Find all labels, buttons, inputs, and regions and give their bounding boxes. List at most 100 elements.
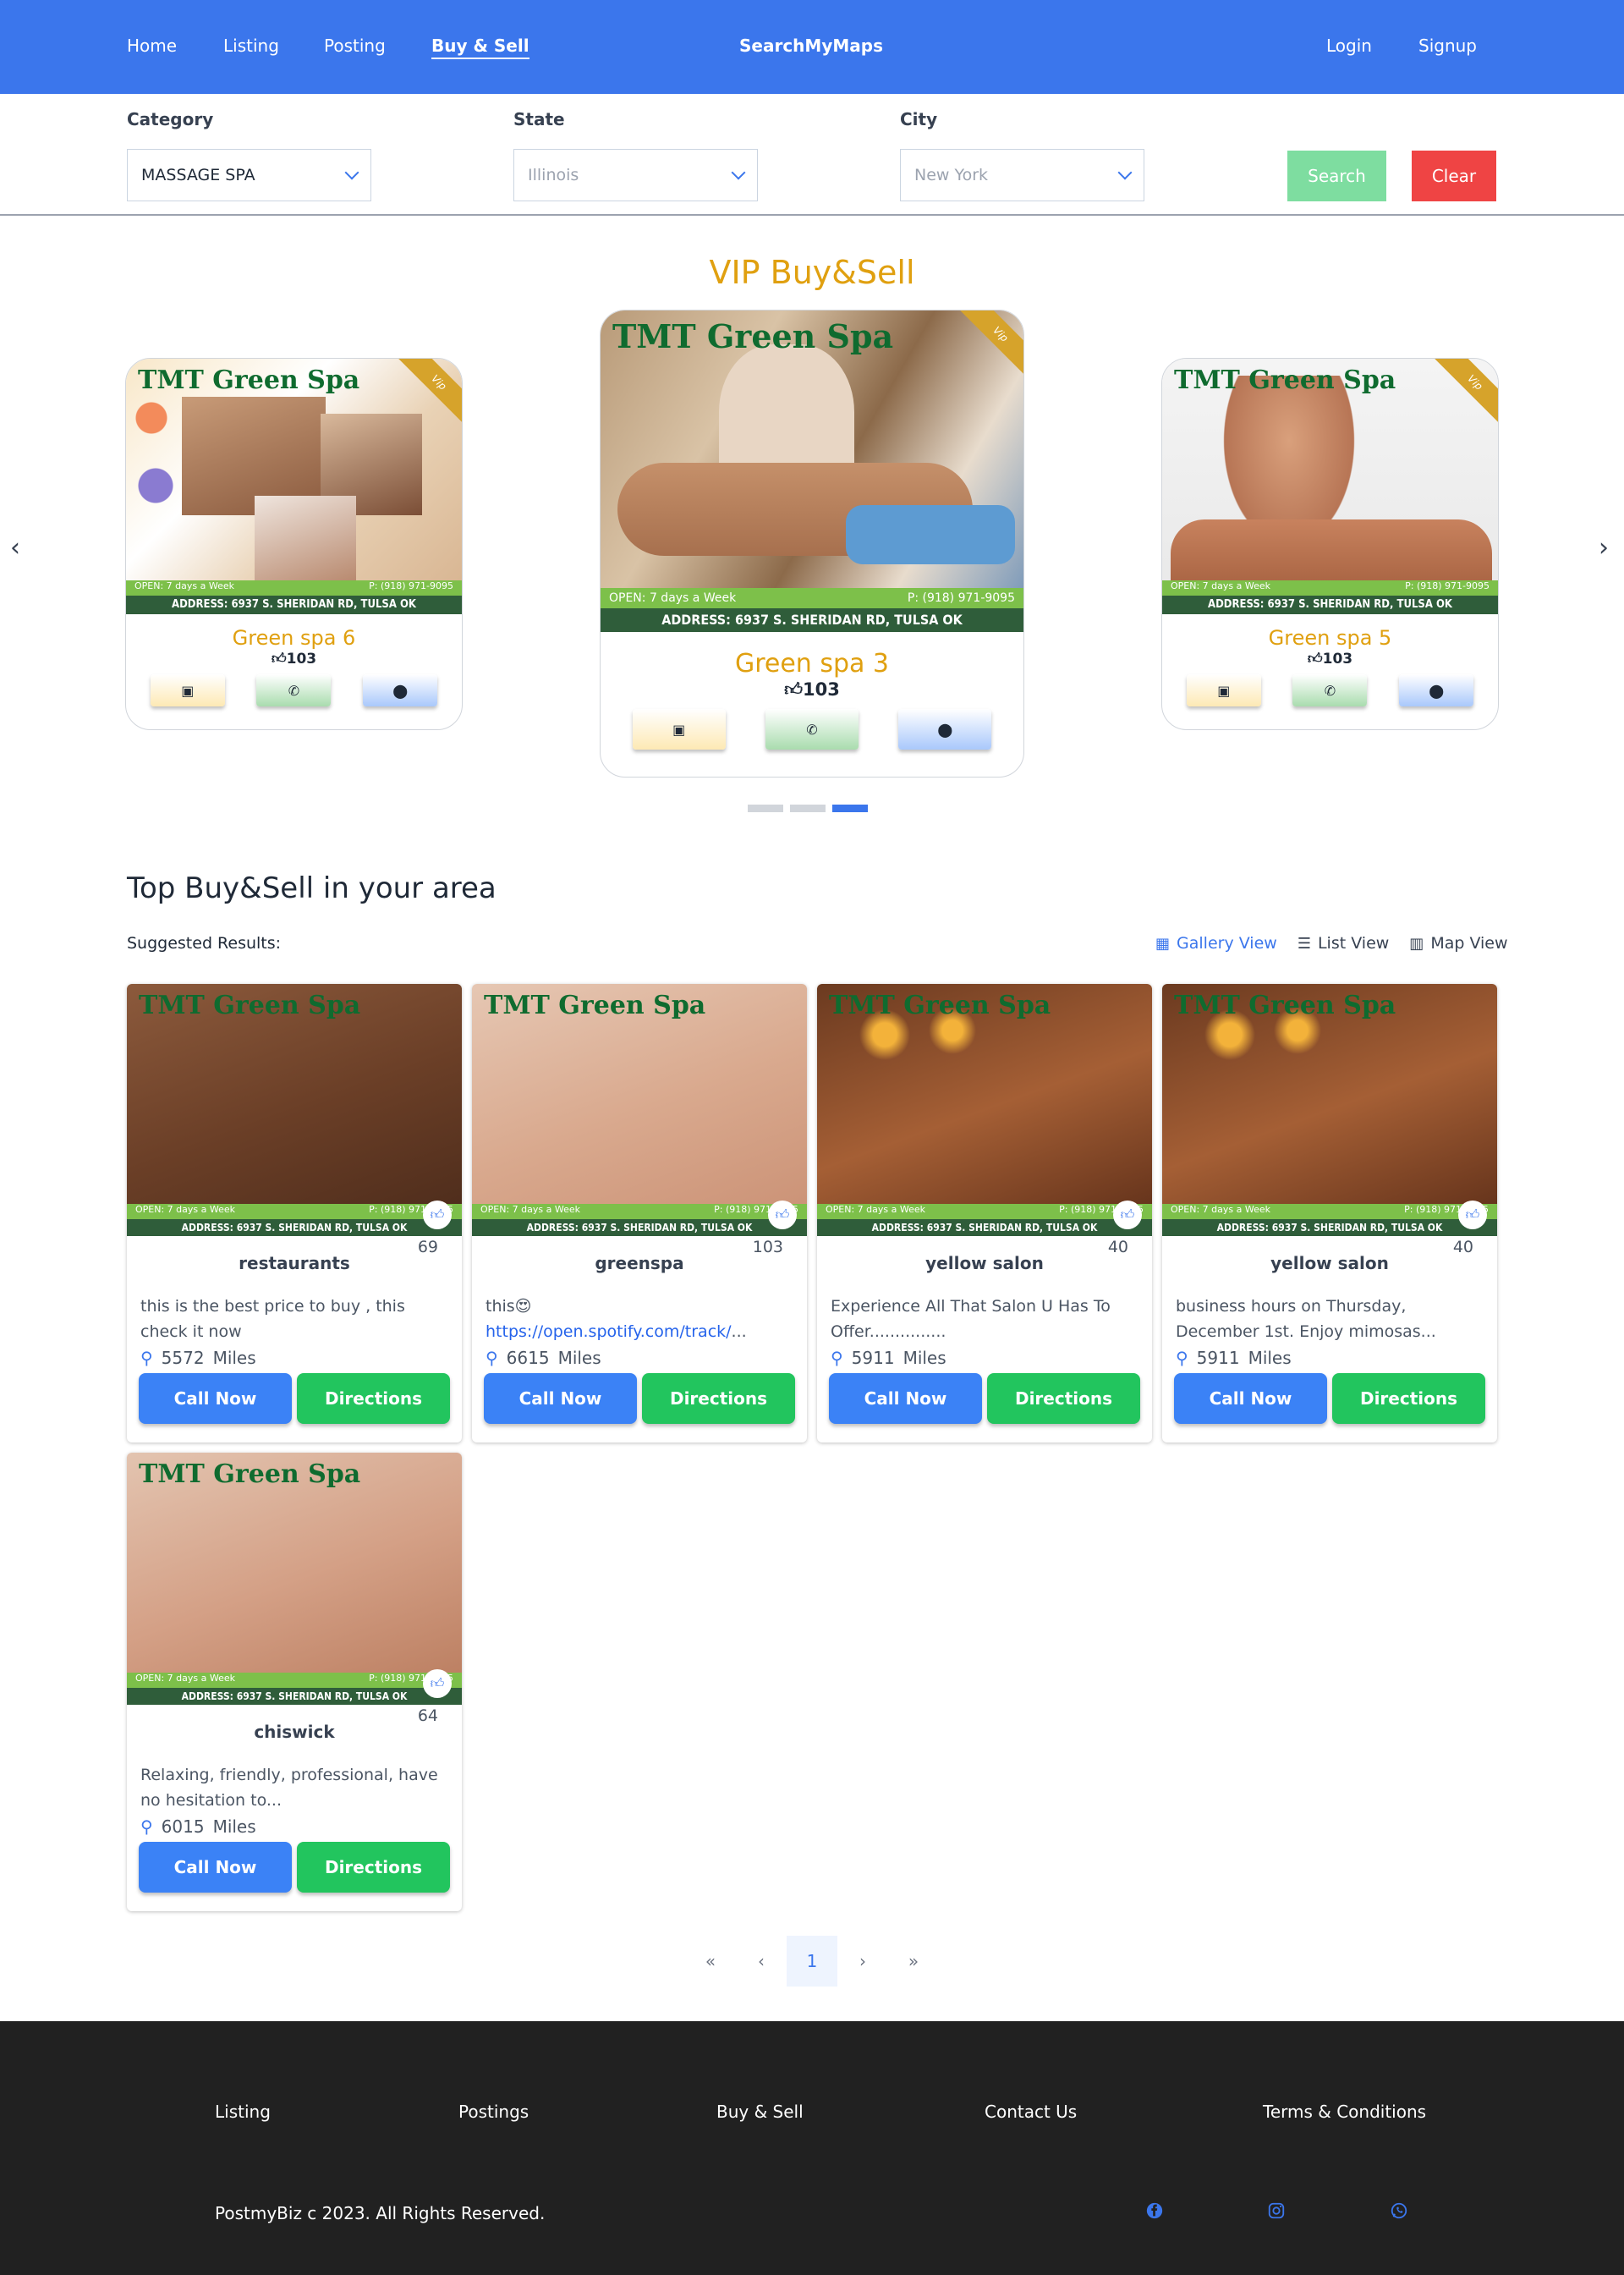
vip-likes-count: 103: [803, 679, 840, 700]
like-count: 40: [1452, 1238, 1473, 1256]
spotify-link[interactable]: https://open.spotify.com/track/: [486, 1322, 732, 1341]
listing-card[interactable]: TMT Green Spa OPEN: 7 days a Week P: (918…: [817, 984, 1152, 1442]
vip-archive-button[interactable]: ▣: [1186, 674, 1261, 706]
listing-card[interactable]: TMT Green Spa OPEN: 7 days a Week P: (918…: [127, 1453, 462, 1911]
clear-button[interactable]: Clear: [1412, 151, 1496, 201]
archive-icon: ▣: [1217, 682, 1231, 699]
search-button[interactable]: Search: [1287, 151, 1386, 201]
nav-buy-sell[interactable]: Buy & Sell: [431, 36, 529, 59]
carousel-dot[interactable]: [790, 805, 826, 812]
ad-open-hours: OPEN: 7 days a Week: [135, 1673, 236, 1684]
footer-link-terms[interactable]: Terms & Conditions: [1263, 2102, 1426, 2122]
first-page-button[interactable]: «: [685, 1936, 736, 1987]
like-button[interactable]: 👍︎: [1458, 1201, 1487, 1229]
footer-link-buy-sell[interactable]: Buy & Sell: [716, 2102, 804, 2122]
like-count: 69: [417, 1238, 438, 1256]
nav-posting[interactable]: Posting: [324, 36, 386, 56]
listing-card[interactable]: TMT Green Spa OPEN: 7 days a Week P: (918…: [472, 984, 807, 1442]
call-now-button[interactable]: Call Now: [139, 1373, 292, 1424]
like-count: 40: [1107, 1238, 1128, 1256]
vip-card[interactable]: TMT Green Spa Vip OPEN: 7 days a Week P: …: [1161, 358, 1499, 730]
vip-card[interactable]: TMT Green Spa Vip OPEN: 7 days a Week P: …: [600, 310, 1024, 778]
vip-card-likes: 👍︎103: [601, 679, 1023, 701]
nav-listing[interactable]: Listing: [223, 36, 279, 56]
like-button[interactable]: 👍︎: [768, 1201, 797, 1229]
vip-likes-count: 103: [1322, 651, 1353, 668]
carousel-dot[interactable]: [748, 805, 783, 812]
footer: Listing Postings Buy & Sell Contact Us T…: [0, 2021, 1624, 2275]
thumbs-up-icon: 👍︎: [430, 1206, 445, 1223]
nav-home[interactable]: Home: [127, 36, 177, 56]
footer-link-postings[interactable]: Postings: [458, 2102, 529, 2122]
page-1-button[interactable]: 1: [787, 1936, 837, 1987]
carousel-prev-icon[interactable]: ‹: [10, 533, 20, 563]
next-page-button[interactable]: ›: [837, 1936, 888, 1987]
vip-call-button[interactable]: ✆: [1292, 674, 1368, 706]
like-button[interactable]: 👍︎: [423, 1201, 452, 1229]
vip-card-image: TMT Green Spa Vip OPEN: 7 days a Week P: …: [601, 310, 1023, 632]
directions-button[interactable]: Directions: [297, 1842, 450, 1893]
listing-distance: ⚲ 5572 Miles: [127, 1348, 462, 1368]
vip-card[interactable]: TMT Green Spa Vip OPEN: 7 days a Week P: …: [125, 358, 463, 730]
like-count: 103: [752, 1238, 783, 1256]
like-button[interactable]: 👍︎: [1113, 1201, 1142, 1229]
footer-link-listing[interactable]: Listing: [215, 2102, 271, 2122]
listing-card[interactable]: TMT Green Spa OPEN: 7 days a Week P: (918…: [1162, 984, 1497, 1442]
city-select[interactable]: New York: [900, 149, 1144, 201]
footer-link-contact[interactable]: Contact Us: [985, 2102, 1077, 2122]
call-now-button[interactable]: Call Now: [829, 1373, 982, 1424]
spa-brand-logo: TMT Green Spa: [829, 991, 1051, 1020]
spa-brand-logo: TMT Green Spa: [138, 365, 360, 395]
nav-login[interactable]: Login: [1326, 36, 1372, 56]
listing-title: yellow salon: [1270, 1253, 1389, 1273]
listing-image: TMT Green Spa OPEN: 7 days a Week P: (918…: [1162, 984, 1497, 1236]
carousel-next-icon[interactable]: ›: [1599, 533, 1609, 563]
state-select[interactable]: Illinois: [513, 149, 758, 201]
vip-location-button[interactable]: ⬤: [1399, 674, 1474, 706]
vip-archive-button[interactable]: ▣: [632, 709, 726, 750]
whatsapp-icon[interactable]: [1390, 2201, 1408, 2220]
gallery-view-toggle[interactable]: ▦ Gallery View: [1155, 934, 1277, 953]
category-select[interactable]: MASSAGE SPA: [127, 149, 371, 201]
instagram-icon[interactable]: [1267, 2201, 1286, 2220]
brand-logo[interactable]: SearchMyMaps: [739, 36, 883, 56]
spa-brand-logo: TMT Green Spa: [612, 317, 894, 355]
listing-image: TMT Green Spa OPEN: 7 days a Week P: (918…: [127, 984, 462, 1236]
vip-call-button[interactable]: ✆: [256, 674, 332, 706]
thumbs-up-icon: 👍︎: [784, 679, 804, 700]
vip-location-button[interactable]: ⬤: [363, 674, 438, 706]
nav-signup[interactable]: Signup: [1418, 36, 1477, 56]
vip-card-image: TMT Green Spa Vip OPEN: 7 days a Week P: …: [1162, 359, 1498, 614]
facebook-icon[interactable]: [1145, 2201, 1164, 2220]
listing-description: business hours on Thursday, December 1st…: [1176, 1297, 1436, 1341]
copyright-text: PostmyBiz c 2023. All Rights Reserved.: [215, 2203, 546, 2223]
prev-page-button[interactable]: ‹: [736, 1936, 787, 1987]
list-view-toggle[interactable]: ☰ List View: [1298, 934, 1389, 953]
like-button[interactable]: 👍︎: [423, 1669, 452, 1698]
thumbs-up-icon: 👍︎: [1465, 1206, 1480, 1223]
vip-card-image: TMT Green Spa Vip OPEN: 7 days a Week P: …: [126, 359, 462, 614]
vip-archive-button[interactable]: ▣: [150, 674, 225, 706]
category-value: MASSAGE SPA: [141, 166, 255, 184]
call-now-button[interactable]: Call Now: [484, 1373, 637, 1424]
map-view-toggle[interactable]: ▥ Map View: [1409, 934, 1507, 953]
last-page-button[interactable]: »: [888, 1936, 939, 1987]
vip-call-button[interactable]: ✆: [765, 709, 859, 750]
vip-location-button[interactable]: ⬤: [898, 709, 992, 750]
directions-button[interactable]: Directions: [1332, 1373, 1485, 1424]
vip-ribbon: Vip: [1434, 359, 1498, 424]
call-now-button[interactable]: Call Now: [1174, 1373, 1327, 1424]
listing-distance: ⚲ 6015 Miles: [127, 1816, 462, 1837]
ad-phone: P: (918) 971-9095: [907, 591, 1015, 605]
spa-brand-logo: TMT Green Spa: [1174, 365, 1396, 395]
category-label: Category: [127, 109, 214, 129]
listing-description: this😍 https://open.spotify.com/track/...: [472, 1294, 807, 1344]
listing-card[interactable]: TMT Green Spa OPEN: 7 days a Week P: (918…: [127, 984, 462, 1442]
directions-button[interactable]: Directions: [642, 1373, 795, 1424]
vip-card-name: Green spa 5: [1268, 626, 1392, 650]
carousel-dot-active[interactable]: [832, 805, 868, 812]
directions-button[interactable]: Directions: [987, 1373, 1140, 1424]
call-now-button[interactable]: Call Now: [139, 1842, 292, 1893]
archive-icon: ▣: [181, 682, 195, 699]
directions-button[interactable]: Directions: [297, 1373, 450, 1424]
